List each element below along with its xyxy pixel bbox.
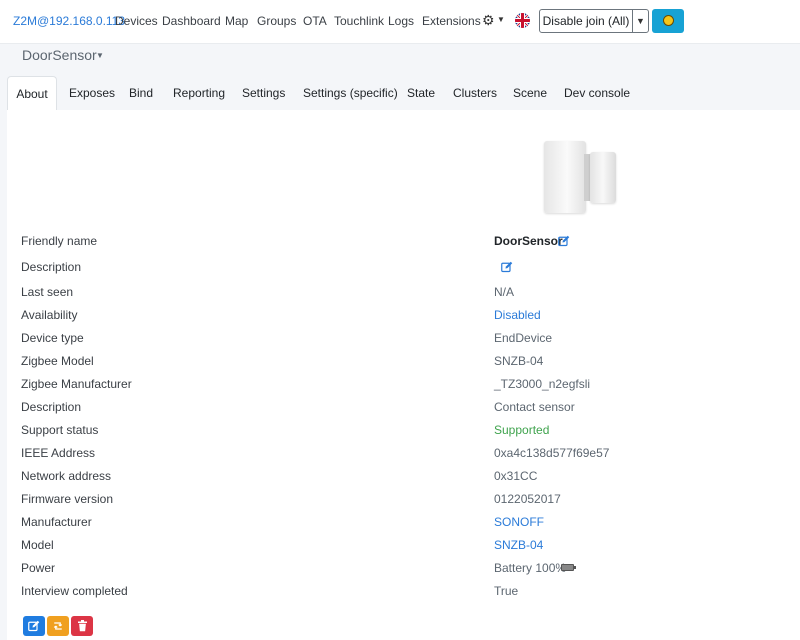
value-zigbee-manufacturer: _TZ3000_n2egfsli: [494, 377, 591, 391]
edit-description-icon[interactable]: [501, 261, 513, 273]
label-network-address: Network address: [21, 469, 112, 483]
nav-groups[interactable]: Groups: [257, 14, 296, 28]
tab-bind[interactable]: Bind: [129, 76, 153, 111]
label-support-status: Support status: [21, 423, 99, 437]
nav-logs[interactable]: Logs: [388, 14, 414, 28]
device-selector[interactable]: DoorSensor: [22, 47, 97, 63]
label-description: Description: [21, 260, 82, 274]
label-zigbee-manufacturer: Zigbee Manufacturer: [21, 377, 132, 391]
reconfigure-button[interactable]: [47, 616, 69, 636]
nav-ota[interactable]: OTA: [303, 14, 327, 28]
edit-friendly-name-icon[interactable]: [558, 235, 570, 247]
label-zigbee-model: Zigbee Model: [21, 354, 94, 368]
sun-icon: [662, 15, 674, 27]
label-device-type: Device type: [21, 331, 84, 345]
gear-icon[interactable]: ⚙: [482, 12, 495, 29]
value-ieee-address: 0xa4c138d577f69e57: [494, 446, 610, 460]
label-last-seen: Last seen: [21, 285, 74, 299]
device-image: [544, 141, 618, 215]
disable-join-button[interactable]: Disable join (All): [539, 9, 633, 33]
device-tabs: About Exposes Bind Reporting Settings Se…: [0, 76, 800, 111]
nav-map[interactable]: Map: [225, 14, 248, 28]
label-model: Model: [21, 538, 54, 552]
nav-extensions[interactable]: Extensions: [422, 14, 481, 28]
tab-scene[interactable]: Scene: [513, 76, 547, 111]
battery-icon: [561, 564, 576, 571]
label-model-description: Description: [21, 400, 82, 414]
tab-reporting[interactable]: Reporting: [173, 76, 225, 111]
tab-dev-console[interactable]: Dev console: [564, 76, 630, 111]
label-interview-completed: Interview completed: [21, 584, 128, 598]
join-dropdown-toggle[interactable]: ▼: [632, 9, 649, 33]
tab-about[interactable]: About: [7, 76, 57, 111]
rename-button[interactable]: [23, 616, 45, 636]
value-device-type: EndDevice: [494, 331, 553, 345]
chevron-down-icon: ▼: [497, 15, 505, 24]
value-last-seen: N/A: [494, 285, 515, 299]
value-interview-completed: True: [494, 584, 519, 598]
trash-icon: [77, 620, 87, 632]
value-friendly-name: DoorSensor: [494, 234, 563, 248]
chevron-down-icon: ▼: [96, 51, 104, 60]
theme-toggle-button[interactable]: [652, 9, 684, 33]
tab-state[interactable]: State: [407, 76, 435, 111]
brand-link[interactable]: Z2M@192.168.0.113: [13, 14, 125, 28]
value-firmware-version: 0122052017: [494, 492, 561, 506]
label-friendly-name: Friendly name: [21, 234, 98, 248]
label-availability: Availability: [21, 308, 78, 322]
pencil-square-icon: [28, 620, 40, 632]
value-zigbee-model: SNZB-04: [494, 354, 544, 368]
label-manufacturer: Manufacturer: [21, 515, 92, 529]
value-availability[interactable]: Disabled: [494, 308, 541, 322]
nav-touchlink[interactable]: Touchlink: [334, 14, 384, 28]
value-power: Battery 100%: [494, 561, 567, 575]
value-model[interactable]: SNZB-04: [494, 538, 543, 552]
tab-clusters[interactable]: Clusters: [453, 76, 497, 111]
about-panel: [7, 110, 800, 640]
top-navbar: Z2M@192.168.0.113 Devices Dashboard Map …: [0, 0, 800, 44]
tab-exposes[interactable]: Exposes: [69, 76, 115, 111]
value-manufacturer[interactable]: SONOFF: [494, 515, 544, 529]
value-support-status[interactable]: Supported: [494, 423, 549, 437]
uk-flag-icon[interactable]: [515, 13, 530, 28]
value-model-description: Contact sensor: [494, 400, 575, 414]
label-ieee-address: IEEE Address: [21, 446, 96, 460]
nav-devices[interactable]: Devices: [115, 14, 158, 28]
tab-settings-specific[interactable]: Settings (specific): [303, 76, 398, 111]
nav-dashboard[interactable]: Dashboard: [162, 14, 221, 28]
retweet-icon: [53, 622, 63, 630]
value-network-address: 0x31CC: [494, 469, 538, 483]
label-firmware-version: Firmware version: [21, 492, 114, 506]
label-power: Power: [21, 561, 56, 575]
remove-button[interactable]: [71, 616, 93, 636]
tab-settings[interactable]: Settings: [242, 76, 285, 111]
